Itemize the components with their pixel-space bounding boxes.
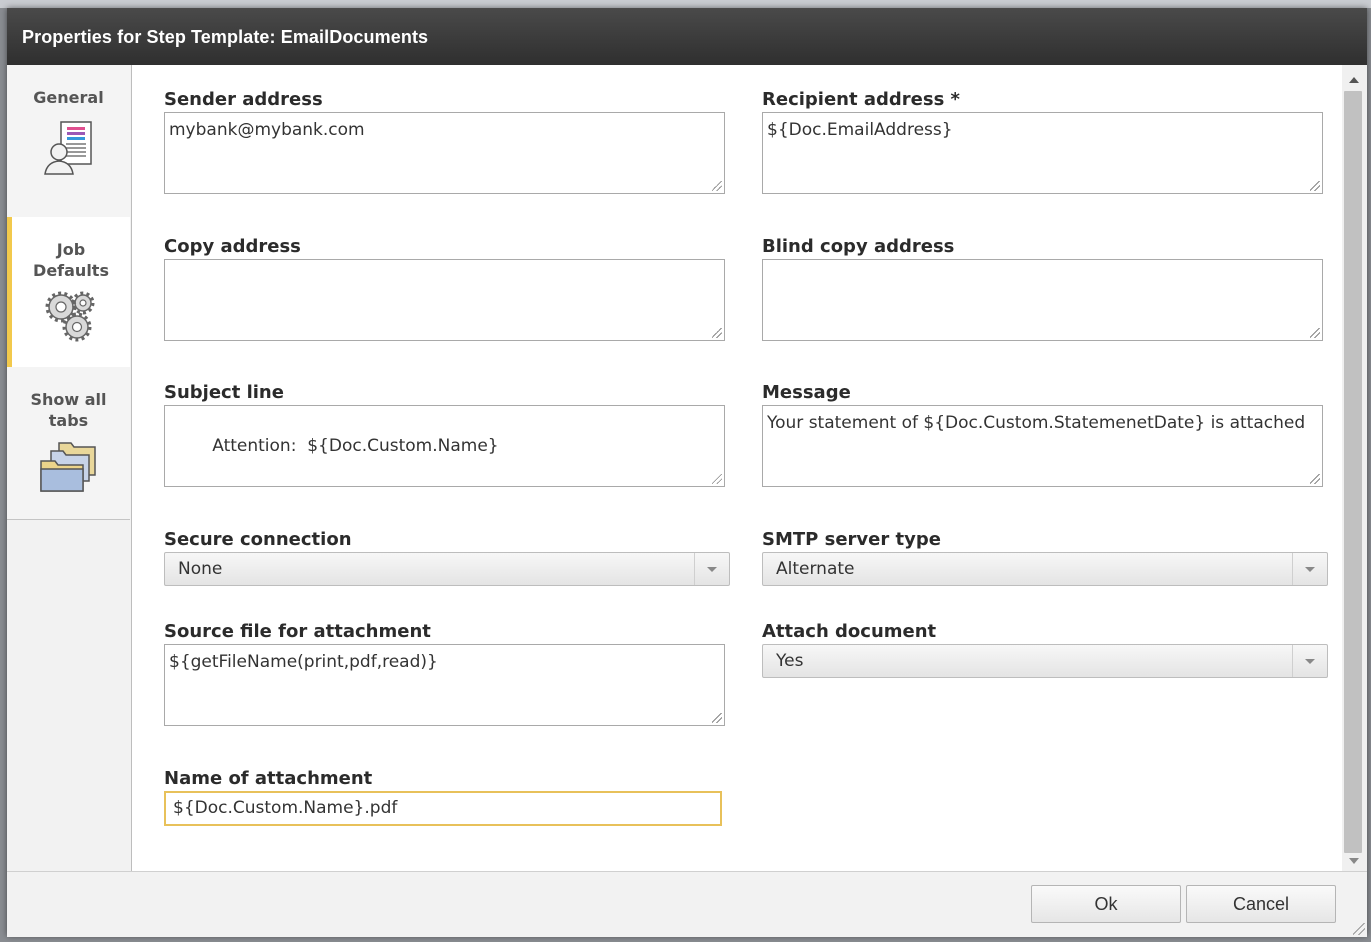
properties-dialog: Properties for Step Template: EmailDocum… — [7, 8, 1367, 937]
sender-address-value: mybank@mybank.com — [169, 120, 365, 140]
resize-grip-icon[interactable] — [712, 181, 722, 191]
sender-address-input[interactable]: mybank@mybank.com — [164, 112, 725, 194]
secure-connection-value: None — [178, 559, 223, 579]
scroll-down-arrow-icon[interactable] — [1349, 858, 1359, 864]
subject-line-value: Attention: ${Doc.Custom.Name} — [212, 436, 499, 456]
attach-document-label: Attach document — [762, 621, 937, 642]
subject-line-input[interactable]: Attention: ${Doc.Custom.Name} — [164, 405, 725, 487]
background-window-toolbar — [0, 0, 1371, 8]
gears-icon — [45, 291, 95, 342]
blind-copy-address-label: Blind copy address — [762, 236, 955, 257]
recipient-address-label: Recipient address * — [762, 89, 960, 110]
attachment-name-label: Name of attachment — [164, 768, 373, 789]
secure-connection-select[interactable]: None — [164, 552, 730, 586]
smtp-server-type-label: SMTP server type — [762, 529, 941, 550]
chevron-down-icon — [1305, 659, 1315, 664]
tab-general-label: General — [33, 88, 104, 107]
dialog-resize-grip-icon[interactable] — [1353, 923, 1365, 935]
recipient-address-value: ${Doc.EmailAddress} — [767, 120, 953, 140]
dialog-footer: Ok Cancel — [7, 871, 1367, 937]
copy-address-input[interactable] — [164, 259, 725, 341]
message-input[interactable]: Your statement of ${Doc.Custom.Statemene… — [762, 405, 1323, 487]
tab-strip: General Job Defaults Show all tabs — [7, 65, 132, 871]
source-file-label: Source file for attachment — [164, 621, 431, 642]
attach-document-field: Attach document Yes — [762, 621, 1328, 678]
resize-grip-icon[interactable] — [1310, 474, 1320, 484]
properties-form: Sender address mybank@mybank.com Recipie… — [132, 65, 1342, 871]
vertical-scrollbar[interactable] — [1342, 65, 1367, 871]
resize-grip-icon[interactable] — [712, 713, 722, 723]
smtp-server-type-value: Alternate — [776, 559, 855, 579]
secure-connection-label: Secure connection — [164, 529, 352, 550]
tab-show-all-tabs[interactable]: Show all tabs — [7, 367, 130, 520]
resize-grip-icon[interactable] — [1310, 328, 1320, 338]
recipient-address-input[interactable]: ${Doc.EmailAddress} — [762, 112, 1323, 194]
smtp-server-type-dropdown-button[interactable] — [1292, 553, 1327, 585]
recipient-address-field: Recipient address * ${Doc.EmailAddress} — [762, 89, 1323, 194]
secure-connection-field: Secure connection None — [164, 529, 730, 586]
tab-job-defaults-label: Job Defaults — [33, 240, 109, 280]
source-file-value: ${getFileName(print,pdf,read)} — [169, 652, 438, 672]
source-file-field: Source file for attachment ${getFileName… — [164, 621, 725, 726]
scrollbar-thumb[interactable] — [1344, 91, 1362, 853]
sender-address-label: Sender address — [164, 89, 323, 110]
secure-connection-dropdown-button[interactable] — [694, 553, 729, 585]
dialog-title: Properties for Step Template: EmailDocum… — [22, 27, 429, 47]
attach-document-select[interactable]: Yes — [762, 644, 1328, 678]
message-label: Message — [762, 382, 851, 403]
attachment-name-input[interactable]: ${Doc.Custom.Name}.pdf — [164, 791, 722, 826]
copy-address-field: Copy address — [164, 236, 725, 341]
copy-address-label: Copy address — [164, 236, 301, 257]
chevron-down-icon — [707, 567, 717, 572]
resize-grip-icon[interactable] — [712, 474, 722, 484]
subject-line-field: Subject line Attention: ${Doc.Custom.Nam… — [164, 382, 725, 487]
source-file-input[interactable]: ${getFileName(print,pdf,read)} — [164, 644, 725, 726]
ok-button[interactable]: Ok — [1031, 885, 1181, 923]
smtp-server-type-select[interactable]: Alternate — [762, 552, 1328, 586]
attachment-name-field: Name of attachment ${Doc.Custom.Name}.pd… — [164, 768, 722, 826]
tab-show-all-tabs-label: Show all tabs — [30, 390, 107, 430]
message-value: Your statement of ${Doc.Custom.Statemene… — [767, 413, 1306, 433]
chevron-down-icon — [1305, 567, 1315, 572]
attach-document-dropdown-button[interactable] — [1292, 645, 1327, 677]
folders-icon — [39, 442, 96, 492]
resize-grip-icon[interactable] — [712, 328, 722, 338]
blind-copy-address-field: Blind copy address — [762, 236, 1323, 341]
message-field: Message Your statement of ${Doc.Custom.S… — [762, 382, 1323, 487]
smtp-server-type-field: SMTP server type Alternate — [762, 529, 1328, 586]
resize-grip-icon[interactable] — [1310, 181, 1320, 191]
document-user-icon — [43, 121, 92, 175]
sender-address-field: Sender address mybank@mybank.com — [164, 89, 725, 194]
cancel-button[interactable]: Cancel — [1186, 885, 1336, 923]
scroll-up-arrow-icon[interactable] — [1349, 77, 1359, 83]
dialog-titlebar[interactable]: Properties for Step Template: EmailDocum… — [7, 8, 1367, 65]
blind-copy-address-input[interactable] — [762, 259, 1323, 341]
subject-line-label: Subject line — [164, 382, 284, 403]
tab-general[interactable]: General — [7, 65, 130, 218]
attach-document-value: Yes — [776, 651, 804, 671]
tab-job-defaults[interactable]: Job Defaults — [7, 217, 130, 368]
